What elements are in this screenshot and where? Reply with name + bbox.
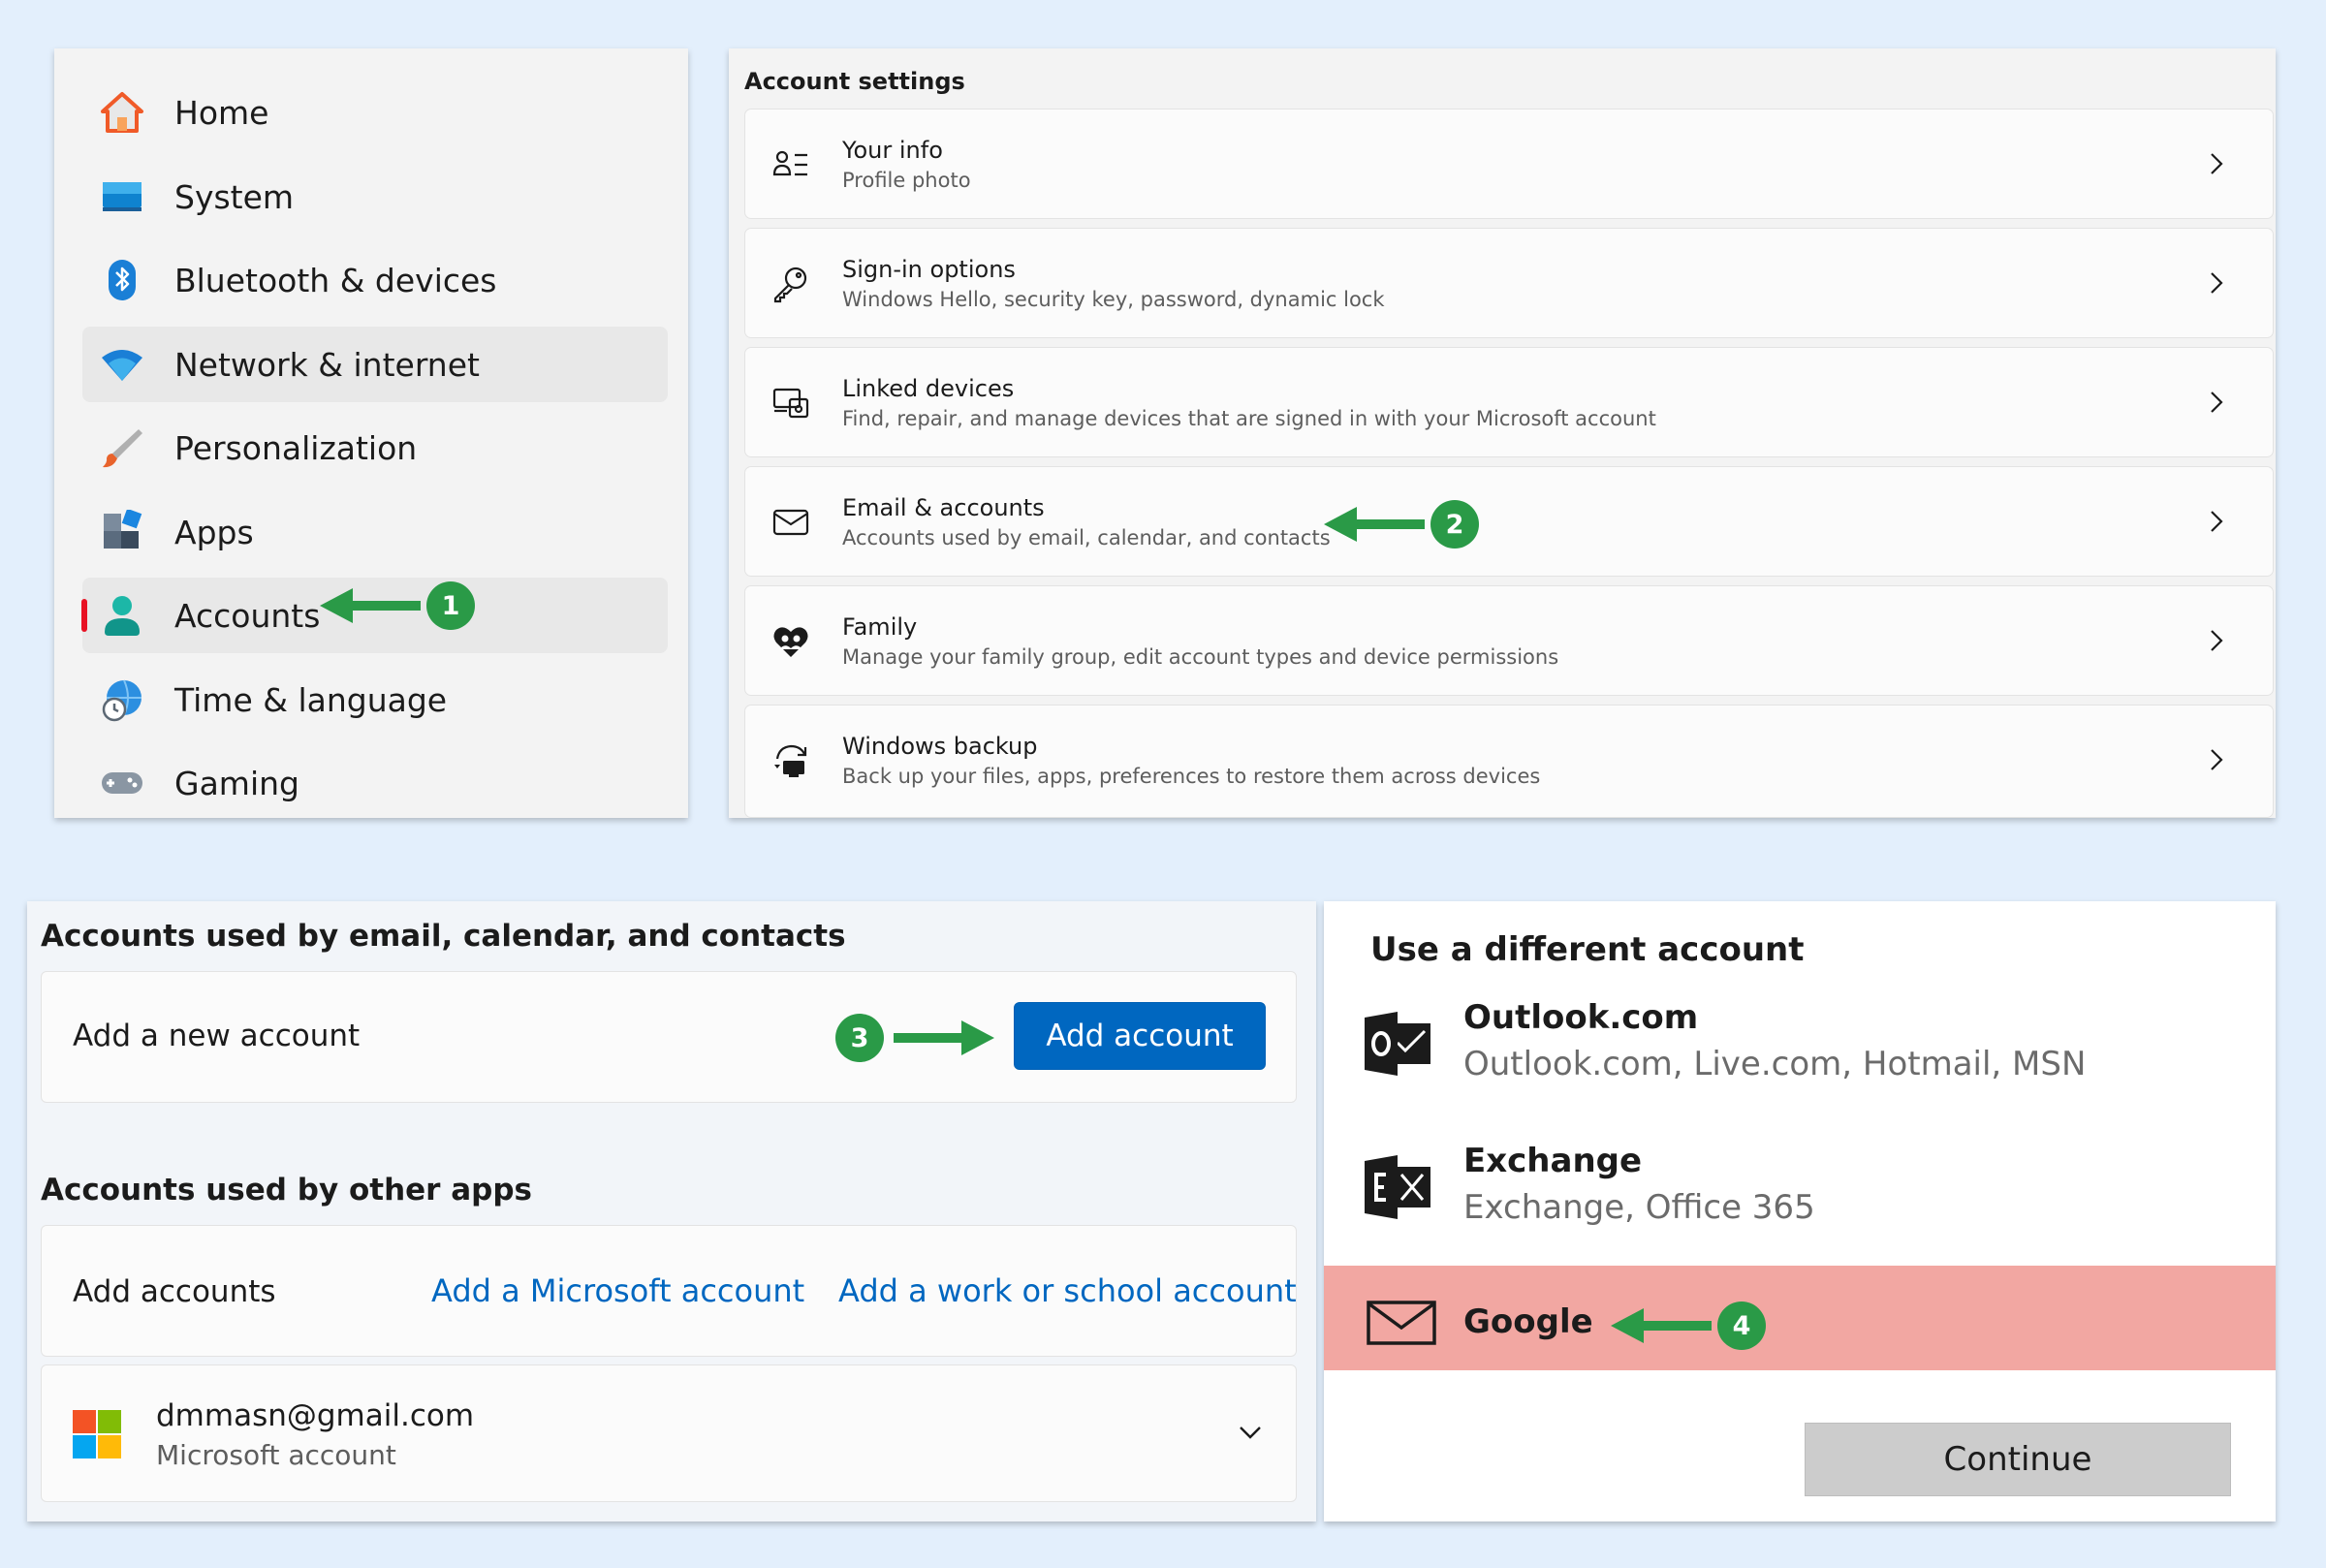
add-microsoft-account-link[interactable]: Add a Microsoft account bbox=[431, 1272, 804, 1309]
nav-label: Home bbox=[174, 93, 269, 132]
nav-label: System bbox=[174, 177, 295, 216]
row-title: Your info bbox=[842, 137, 943, 164]
email-accounts-panel: Accounts used by email, calendar, and co… bbox=[27, 901, 1316, 1521]
account-email: dmmasn@gmail.com bbox=[156, 1398, 475, 1433]
add-accounts-label: Add accounts bbox=[73, 1274, 276, 1309]
person-list-icon bbox=[770, 144, 811, 185]
row-windows-backup[interactable]: Windows backup Back up your files, apps,… bbox=[744, 705, 2274, 818]
nav-label: Bluetooth & devices bbox=[174, 261, 497, 299]
chevron-right-icon bbox=[2203, 150, 2230, 177]
family-heart-icon bbox=[770, 621, 811, 662]
section-header: Account settings bbox=[744, 68, 965, 95]
chevron-right-icon bbox=[2203, 389, 2230, 416]
add-new-account-label: Add a new account bbox=[73, 1019, 361, 1053]
step-badge-4: 4 bbox=[1717, 1301, 1766, 1350]
account-settings-panel: Account settings Your info Profile photo… bbox=[729, 48, 2276, 818]
step2-arrow bbox=[1324, 507, 1425, 542]
add-account-button[interactable]: Add account bbox=[1014, 1002, 1266, 1070]
nav-label: Network & internet bbox=[174, 345, 480, 384]
step1-arrow bbox=[320, 588, 421, 623]
different-account-header: Use a different account bbox=[1370, 930, 1805, 969]
step-badge-3: 3 bbox=[835, 1014, 884, 1062]
bluetooth-icon bbox=[100, 258, 144, 302]
backup-icon bbox=[770, 740, 811, 781]
chevron-right-icon bbox=[2203, 627, 2230, 654]
row-title: Family bbox=[842, 613, 918, 641]
nav-item-apps[interactable]: Apps bbox=[82, 494, 668, 570]
nav-item-bluetooth[interactable]: Bluetooth & devices bbox=[82, 242, 668, 318]
apps-icon bbox=[100, 510, 144, 554]
mail-icon bbox=[1367, 1301, 1436, 1349]
step4-arrow bbox=[1611, 1308, 1712, 1343]
selected-indicator bbox=[81, 599, 87, 632]
row-title: Windows backup bbox=[842, 733, 1038, 760]
brush-icon bbox=[100, 425, 144, 470]
microsoft-logo-icon bbox=[73, 1410, 121, 1462]
wifi-icon bbox=[100, 342, 144, 387]
add-accounts-card: Add accounts Add a Microsoft account Add… bbox=[41, 1225, 1297, 1357]
linked-devices-icon bbox=[770, 383, 811, 423]
option-subtitle: Outlook.com, Live.com, Hotmail, MSN bbox=[1463, 1045, 2087, 1083]
row-your-info[interactable]: Your info Profile photo bbox=[744, 109, 2274, 219]
nav-label: Personalization bbox=[174, 428, 418, 467]
chevron-down-icon[interactable] bbox=[1238, 1424, 1263, 1445]
row-title: Email & accounts bbox=[842, 494, 1045, 521]
row-subtitle: Profile photo bbox=[842, 169, 971, 192]
outlook-icon bbox=[1365, 1010, 1434, 1082]
continue-button[interactable]: Continue bbox=[1805, 1423, 2231, 1496]
nav-label: Apps bbox=[174, 513, 254, 551]
row-title: Linked devices bbox=[842, 375, 1015, 402]
row-title: Sign-in options bbox=[842, 256, 1016, 283]
step3-arrow bbox=[894, 1020, 994, 1055]
mail-icon bbox=[770, 502, 811, 543]
option-subtitle: Exchange, Office 365 bbox=[1463, 1188, 1815, 1227]
row-subtitle: Manage your family group, edit account t… bbox=[842, 645, 1559, 669]
nav-item-gaming[interactable]: Gaming bbox=[82, 745, 668, 821]
chevron-right-icon bbox=[2203, 269, 2230, 297]
home-icon bbox=[100, 90, 144, 135]
option-name: Google bbox=[1463, 1302, 1593, 1341]
row-subtitle: Back up your files, apps, preferences to… bbox=[842, 765, 1541, 788]
option-outlook[interactable]: Outlook.com Outlook.com, Live.com, Hotma… bbox=[1324, 998, 2276, 1105]
nav-item-system[interactable]: System bbox=[82, 159, 668, 235]
option-google[interactable]: Google bbox=[1324, 1266, 2276, 1370]
nav-item-home[interactable]: Home bbox=[82, 75, 668, 150]
nav-label: Accounts bbox=[174, 596, 321, 635]
account-type: Microsoft account bbox=[156, 1439, 396, 1471]
nav-label: Time & language bbox=[174, 680, 448, 719]
existing-account-card[interactable]: dmmasn@gmail.com Microsoft account bbox=[41, 1364, 1297, 1502]
option-name: Outlook.com bbox=[1463, 998, 1699, 1037]
row-sign-in-options[interactable]: Sign-in options Windows Hello, security … bbox=[744, 228, 2274, 338]
globe-clock-icon bbox=[100, 677, 144, 722]
key-icon bbox=[770, 264, 811, 304]
exchange-icon bbox=[1365, 1153, 1434, 1225]
chevron-right-icon bbox=[2203, 508, 2230, 535]
option-name: Exchange bbox=[1463, 1142, 1643, 1180]
nav-item-network[interactable]: Network & internet bbox=[82, 327, 668, 402]
chevron-right-icon bbox=[2203, 746, 2230, 773]
add-work-school-account-link[interactable]: Add a work or school account bbox=[838, 1272, 1297, 1309]
nav-item-personalization[interactable]: Personalization bbox=[82, 410, 668, 486]
nav-item-time-language[interactable]: Time & language bbox=[82, 662, 668, 737]
settings-nav-panel: Home System Bluetooth & devices Network … bbox=[54, 48, 688, 818]
row-subtitle: Windows Hello, security key, password, d… bbox=[842, 288, 1385, 311]
gamepad-icon bbox=[100, 761, 144, 805]
option-exchange[interactable]: Exchange Exchange, Office 365 bbox=[1324, 1142, 2276, 1248]
step-badge-2: 2 bbox=[1430, 500, 1479, 549]
nav-label: Gaming bbox=[174, 764, 299, 802]
accounts-icon bbox=[100, 593, 144, 638]
row-family[interactable]: Family Manage your family group, edit ac… bbox=[744, 585, 2274, 696]
row-linked-devices[interactable]: Linked devices Find, repair, and manage … bbox=[744, 347, 2274, 457]
system-icon bbox=[100, 174, 144, 219]
other-apps-header: Accounts used by other apps bbox=[41, 1173, 533, 1207]
step-badge-1: 1 bbox=[426, 581, 475, 630]
row-subtitle: Accounts used by email, calendar, and co… bbox=[842, 526, 1331, 549]
email-section-header: Accounts used by email, calendar, and co… bbox=[41, 919, 846, 954]
row-email-accounts[interactable]: Email & accounts Accounts used by email,… bbox=[744, 466, 2274, 577]
different-account-panel: Use a different account Outlook.com Outl… bbox=[1324, 901, 2276, 1521]
row-subtitle: Find, repair, and manage devices that ar… bbox=[842, 407, 1656, 430]
